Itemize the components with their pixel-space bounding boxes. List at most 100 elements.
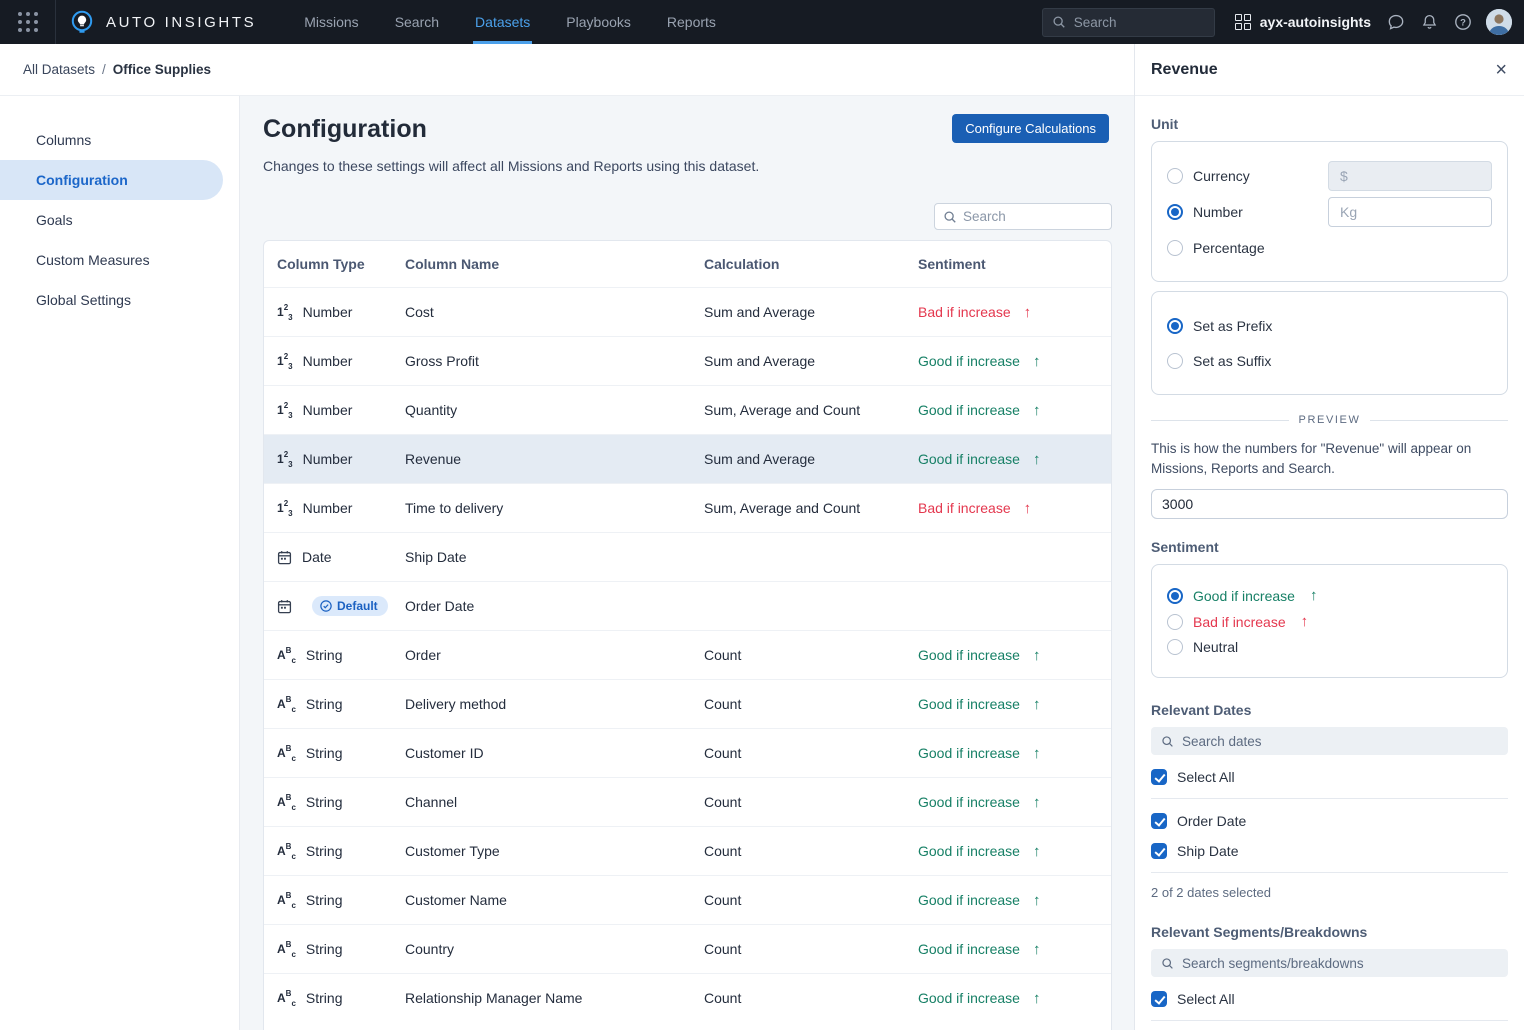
global-search-input[interactable] [1074, 15, 1194, 30]
topbar-nav-item[interactable]: Playbooks [564, 0, 633, 44]
sentiment-option[interactable]: Bad if increase [1167, 613, 1492, 630]
column-type-cell: 123 Number [277, 303, 405, 322]
checkbox-item[interactable]: Select All [1151, 769, 1508, 785]
number-type-icon: 123 [277, 352, 293, 371]
table-row[interactable]: ABc String Customer Name Count Good if i… [264, 875, 1111, 924]
sidebar-item-custom-measures[interactable]: Custom Measures [0, 240, 223, 280]
column-name-cell: Order [405, 647, 704, 663]
affix-option[interactable]: Set as Suffix [1167, 353, 1271, 369]
affix-option-row: Set as Suffix [1167, 346, 1492, 375]
help-icon[interactable]: ? [1454, 13, 1472, 31]
sentiment-cell[interactable]: Good if increase [918, 794, 1111, 811]
sidebar-item-goals[interactable]: Goals [0, 200, 223, 240]
sidebar-item-columns[interactable]: Columns [0, 120, 223, 160]
search-icon [1052, 15, 1066, 29]
unit-symbol-input[interactable] [1328, 161, 1492, 191]
segments-label: Relevant Segments/Breakdowns [1151, 924, 1508, 940]
string-type-icon: ABc [277, 891, 296, 910]
table-row[interactable]: 123 Number Cost Sum and Average Bad if i… [264, 287, 1111, 336]
table-row[interactable]: 123 Number Gross Profit Sum and Average … [264, 336, 1111, 385]
sentiment-cell[interactable]: Good if increase [918, 402, 1111, 419]
table-row[interactable]: ABc String Customer ID Count Good if inc… [264, 728, 1111, 777]
topbar-nav-item[interactable]: Missions [302, 0, 360, 44]
dates-search-input[interactable] [1182, 734, 1482, 749]
checkbox-checked-icon[interactable] [1151, 843, 1167, 859]
user-avatar[interactable] [1486, 9, 1512, 35]
sentiment-cell[interactable]: Good if increase [918, 990, 1111, 1007]
up-arrow-icon [1024, 500, 1032, 517]
workspace-grid-icon[interactable] [1235, 14, 1251, 30]
table-search[interactable] [934, 203, 1112, 230]
radio-button[interactable] [1167, 318, 1183, 334]
string-type-icon: ABc [277, 842, 296, 861]
sentiment-option[interactable]: Good if increase [1167, 587, 1492, 604]
configure-calculations-button[interactable]: Configure Calculations [952, 114, 1109, 143]
unit-symbol-input[interactable] [1328, 197, 1492, 227]
topbar-nav-item[interactable]: Datasets [473, 0, 532, 44]
unit-option[interactable]: Currency [1167, 168, 1250, 184]
topbar-nav-item[interactable]: Search [393, 0, 441, 44]
checkbox-item[interactable]: Order Date [1151, 813, 1508, 829]
table-row[interactable]: Date Ship Date [264, 532, 1111, 581]
autoinsights-logo-icon [70, 10, 94, 34]
sentiment-cell[interactable]: Good if increase [918, 451, 1111, 468]
column-type-cell: ABc String [277, 842, 405, 861]
search-icon [1161, 957, 1174, 970]
table-row[interactable]: 123 Number Revenue Sum and Average Good … [264, 434, 1111, 483]
radio-button[interactable] [1167, 353, 1183, 369]
affix-option[interactable]: Set as Prefix [1167, 318, 1272, 334]
affix-option-row: Set as Prefix [1167, 311, 1492, 340]
unit-option[interactable]: Percentage [1167, 240, 1265, 256]
checkbox-checked-icon[interactable] [1151, 769, 1167, 785]
up-arrow-icon [1033, 353, 1041, 370]
up-arrow-icon [1033, 451, 1041, 468]
radio-button[interactable] [1167, 240, 1183, 256]
checkbox-checked-icon[interactable] [1151, 991, 1167, 1007]
global-search[interactable] [1042, 8, 1215, 37]
radio-button[interactable] [1167, 614, 1183, 630]
column-type-cell: ABc String [277, 744, 405, 763]
preview-value-input[interactable] [1151, 489, 1508, 519]
table-row[interactable]: Default Order Date [264, 581, 1111, 630]
sidebar-item-configuration[interactable]: Configuration [0, 160, 223, 200]
segments-search-input[interactable] [1182, 956, 1482, 971]
table-row[interactable]: ABc String Order Count Good if increase [264, 630, 1111, 679]
radio-button[interactable] [1167, 204, 1183, 220]
sentiment-cell[interactable]: Bad if increase [918, 304, 1111, 321]
table-search-input[interactable] [963, 209, 1093, 224]
close-icon[interactable] [1495, 60, 1507, 80]
sentiment-cell[interactable]: Good if increase [918, 843, 1111, 860]
topbar-nav-item[interactable]: Reports [665, 0, 718, 44]
checkbox-checked-icon[interactable] [1151, 813, 1167, 829]
radio-button[interactable] [1167, 168, 1183, 184]
notifications-bell-icon[interactable] [1421, 13, 1438, 31]
table-row[interactable]: 123 Number Time to delivery Sum, Average… [264, 483, 1111, 532]
table-row[interactable]: ABc String Channel Count Good if increas… [264, 777, 1111, 826]
table-row[interactable]: ABc String Delivery method Count Good if… [264, 679, 1111, 728]
app-launcher-button[interactable] [0, 0, 56, 44]
sentiment-cell[interactable]: Good if increase [918, 941, 1111, 958]
table-row[interactable]: ABc String Country Count Good if increas… [264, 924, 1111, 973]
table-row[interactable]: ABc String Customer Type Count Good if i… [264, 826, 1111, 875]
checkbox-item[interactable]: Select All [1151, 991, 1508, 1007]
account-name[interactable]: ayx-autoinsights [1260, 14, 1371, 30]
sentiment-option[interactable]: Neutral [1167, 639, 1492, 655]
sentiment-cell[interactable]: Bad if increase [918, 500, 1111, 517]
table-row[interactable]: 123 Number Quantity Sum, Average and Cou… [264, 385, 1111, 434]
sentiment-cell[interactable]: Good if increase [918, 745, 1111, 762]
segments-search[interactable] [1151, 949, 1508, 977]
table-row[interactable]: ABc String Relationship Manager Name Cou… [264, 973, 1111, 1022]
radio-button[interactable] [1167, 588, 1183, 604]
breadcrumb: All Datasets / Office Supplies [0, 44, 1134, 96]
dates-search[interactable] [1151, 727, 1508, 755]
sentiment-cell[interactable]: Good if increase [918, 647, 1111, 664]
radio-button[interactable] [1167, 639, 1183, 655]
sentiment-cell[interactable]: Good if increase [918, 696, 1111, 713]
breadcrumb-all-datasets[interactable]: All Datasets [23, 62, 95, 77]
checkbox-item[interactable]: Ship Date [1151, 843, 1508, 859]
chat-icon[interactable] [1387, 13, 1405, 31]
sentiment-cell[interactable]: Good if increase [918, 353, 1111, 370]
sidebar-item-global-settings[interactable]: Global Settings [0, 280, 223, 320]
sentiment-cell[interactable]: Good if increase [918, 892, 1111, 909]
unit-option[interactable]: Number [1167, 204, 1243, 220]
